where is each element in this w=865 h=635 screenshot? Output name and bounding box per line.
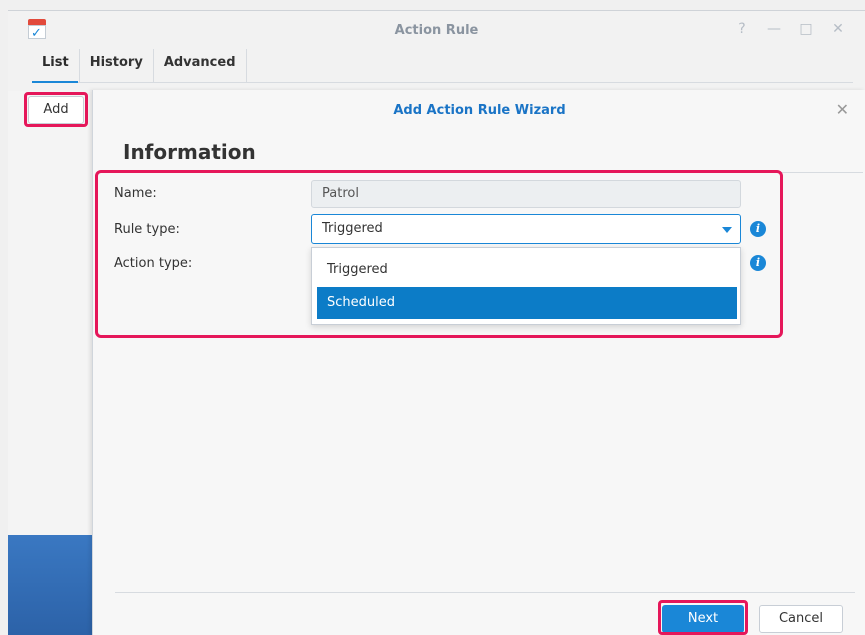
add-action-rule-wizard: Add Action Rule Wizard ✕ Information Nam…: [92, 90, 865, 635]
title-bar: ✓ Action Rule ? — □ ✕: [8, 11, 865, 49]
add-button-highlight: [24, 92, 88, 127]
window-controls: ? — □ ✕: [735, 21, 845, 37]
close-icon[interactable]: ✕: [831, 21, 845, 37]
minimize-icon[interactable]: —: [767, 21, 781, 37]
footer-divider: [115, 592, 855, 593]
maximize-icon[interactable]: □: [799, 21, 813, 37]
active-tab-indicator: [32, 81, 78, 83]
next-button-highlight: [658, 600, 748, 635]
wizard-close-icon[interactable]: ✕: [836, 100, 849, 119]
section-heading: Information: [123, 140, 256, 164]
cancel-button[interactable]: Cancel: [759, 605, 843, 633]
tab-divider: [78, 82, 853, 83]
tab-list[interactable]: List: [32, 49, 80, 83]
form-highlight: [95, 170, 783, 338]
wizard-title: Add Action Rule Wizard: [393, 103, 566, 118]
list-panel: [8, 91, 92, 541]
tab-history[interactable]: History: [80, 49, 154, 83]
tab-advanced[interactable]: Advanced: [154, 49, 247, 83]
tab-bar: List History Advanced: [32, 49, 247, 83]
help-icon[interactable]: ?: [735, 21, 749, 37]
desktop-background: [8, 535, 92, 635]
